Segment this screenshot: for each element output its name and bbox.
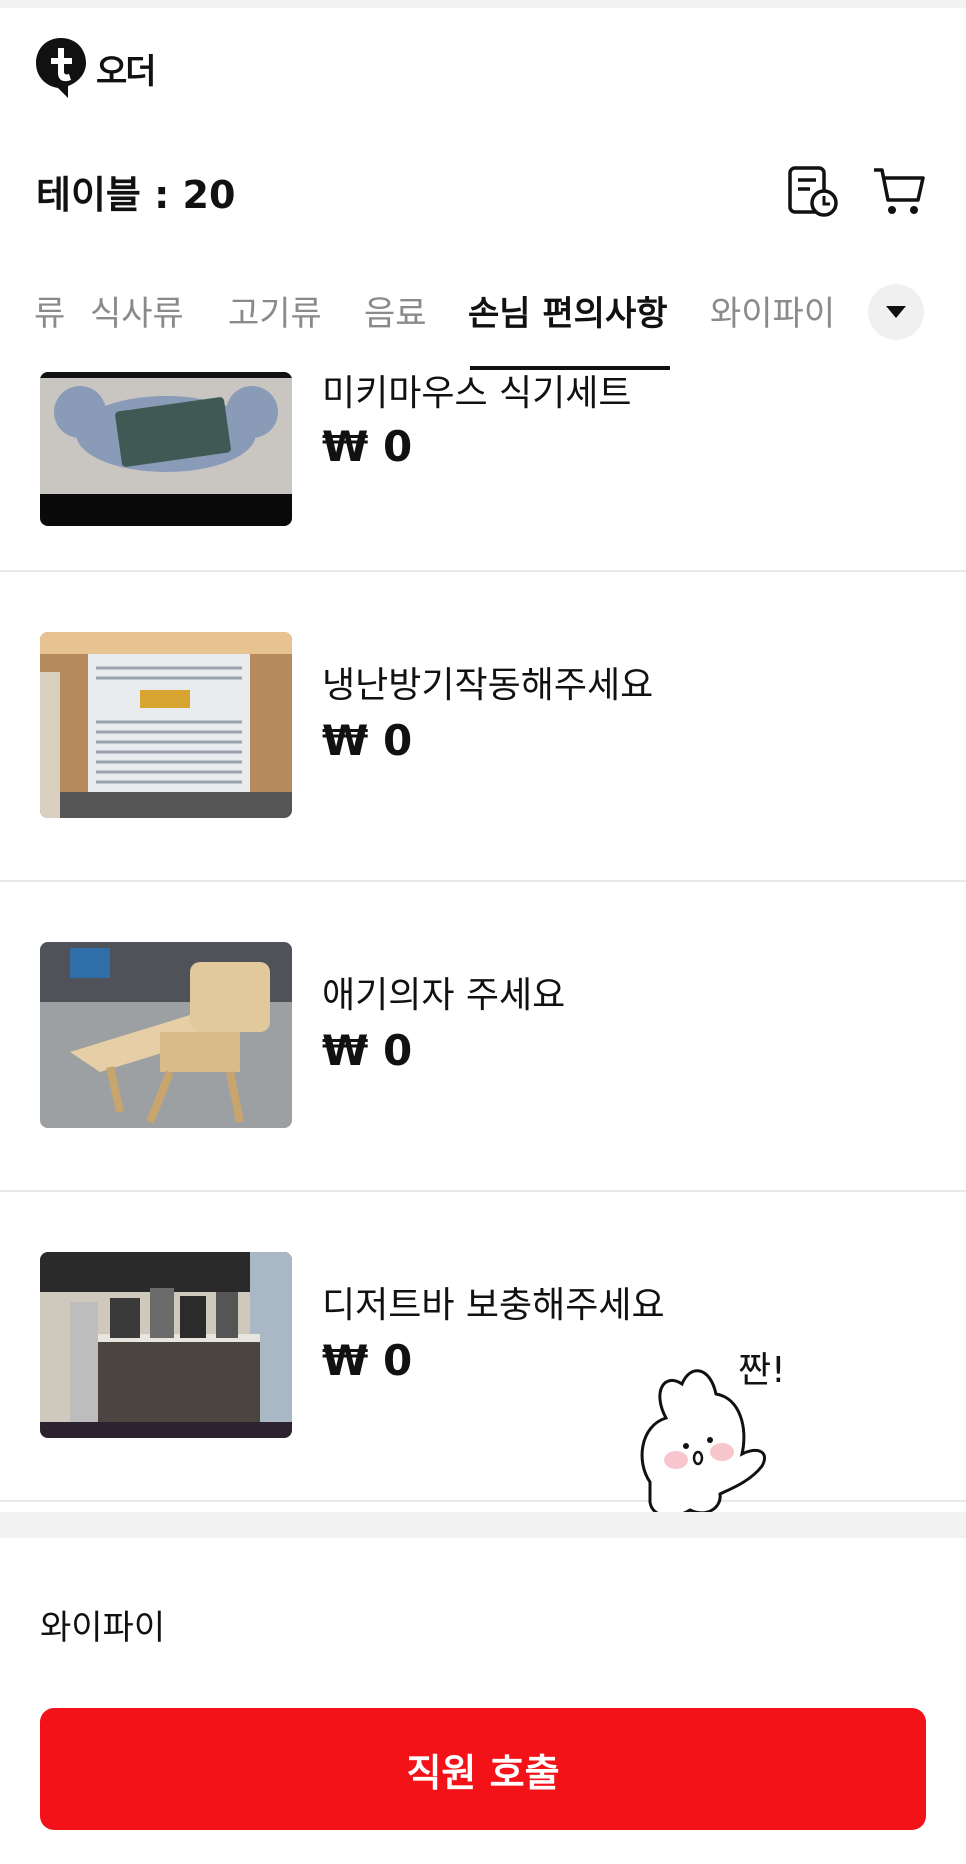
bunny-sticker: 짠! <box>640 1350 786 1518</box>
sticker-text: 짠! <box>738 1350 786 1391</box>
more-categories-button[interactable] <box>868 284 924 340</box>
menu-list: 미키마우스 식기세트 ₩ 0 냉난방기작동해주세요 ₩ 0 애기의자 주세요 ₩… <box>0 370 966 1512</box>
item-price: ₩ 0 <box>322 1026 413 1075</box>
item-name: 애기의자 주세요 <box>322 975 566 1016</box>
list-item[interactable]: 냉난방기작동해주세요 ₩ 0 <box>0 572 966 882</box>
cart-icon[interactable] <box>872 164 926 218</box>
status-strip <box>0 0 966 8</box>
logo-text: 오더 <box>96 51 157 92</box>
list-item[interactable]: 애기의자 주세요 ₩ 0 <box>0 882 966 1192</box>
call-staff-button[interactable]: 직원 호출 <box>40 1708 926 1830</box>
tab-wifi[interactable]: 와이파이 <box>710 286 835 335</box>
list-item[interactable]: 디저트바 보충해주세요 ₩ 0 <box>0 1192 966 1502</box>
item-thumbnail <box>40 1252 292 1438</box>
section-title-wifi: 와이파이 <box>40 1608 166 1648</box>
item-price: ₩ 0 <box>322 716 413 765</box>
logo-icon <box>36 38 86 98</box>
item-name: 미키마우스 식기세트 <box>322 373 632 414</box>
table-number-label: 테이블 : 20 <box>36 173 236 217</box>
category-tabs: 류 식사류 고기류 음료 손님 편의사항 와이파이 <box>0 270 966 370</box>
tab-partial[interactable]: 류 <box>34 286 65 335</box>
item-name: 디저트바 보충해주세요 <box>322 1285 665 1326</box>
chevron-down-icon <box>886 306 906 318</box>
app-logo: 오더 <box>34 36 157 100</box>
item-thumbnail <box>40 942 292 1128</box>
item-price: ₩ 0 <box>322 422 413 471</box>
list-item[interactable]: 미키마우스 식기세트 ₩ 0 <box>0 370 966 572</box>
item-price: ₩ 0 <box>322 1336 413 1385</box>
tab-meals[interactable]: 식사류 <box>90 286 184 335</box>
item-thumbnail <box>40 372 292 526</box>
tab-guest-requests[interactable]: 손님 편의사항 <box>468 286 668 335</box>
order-history-icon[interactable] <box>786 164 840 218</box>
item-name: 냉난방기작동해주세요 <box>322 665 654 706</box>
tab-meat[interactable]: 고기류 <box>228 286 322 335</box>
header: 테이블 : 20 <box>0 150 966 230</box>
section-divider <box>0 1512 966 1538</box>
item-thumbnail <box>40 632 292 818</box>
tab-drinks[interactable]: 음료 <box>364 286 427 335</box>
